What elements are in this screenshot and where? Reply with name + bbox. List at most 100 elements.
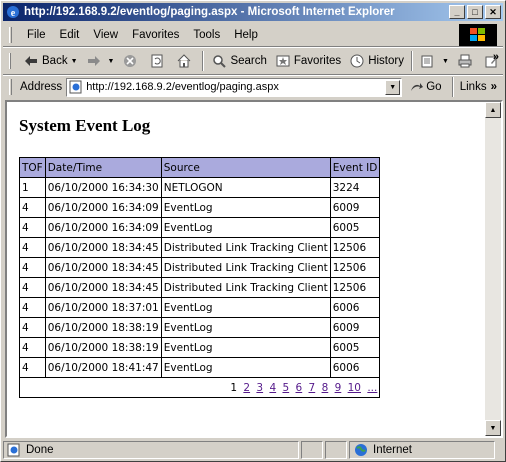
history-label: History bbox=[368, 55, 404, 67]
zone-label: Internet bbox=[373, 444, 412, 456]
address-input[interactable]: http://192.168.9.2/eventlog/paging.aspx … bbox=[66, 77, 403, 97]
cell-event-id: 6006 bbox=[329, 357, 381, 378]
mail-dropdown-icon[interactable]: ▼ bbox=[442, 58, 449, 65]
cell-tof: 4 bbox=[19, 357, 46, 378]
cell-event-id: 6009 bbox=[329, 317, 381, 338]
pager-link-7[interactable]: 7 bbox=[309, 382, 316, 394]
links-label: Links bbox=[459, 81, 487, 93]
pager-link-8[interactable]: 8 bbox=[322, 382, 329, 394]
go-button[interactable]: Go bbox=[410, 81, 442, 93]
address-url[interactable]: http://192.168.9.2/eventlog/paging.aspx bbox=[86, 81, 385, 93]
back-button[interactable]: Back ▼ bbox=[19, 50, 82, 72]
forward-dropdown-icon[interactable]: ▼ bbox=[108, 58, 115, 65]
vertical-scrollbar[interactable]: ▲ ▼ bbox=[485, 102, 501, 436]
cell-datetime: 06/10/2000 16:34:30 bbox=[44, 177, 162, 198]
search-label: Search bbox=[230, 55, 267, 67]
back-label: Back bbox=[42, 55, 68, 67]
print-button[interactable] bbox=[453, 50, 480, 72]
cell-tof: 4 bbox=[19, 257, 46, 278]
cell-source: Distributed Link Tracking Client bbox=[160, 277, 331, 298]
pager-link-10[interactable]: 10 bbox=[348, 382, 361, 394]
column-header-tof: TOF bbox=[19, 157, 46, 178]
menu-bar: File Edit View Favorites Tools Help bbox=[3, 25, 459, 45]
address-label: Address bbox=[20, 81, 63, 93]
home-icon bbox=[176, 53, 192, 69]
cell-source: Distributed Link Tracking Client bbox=[160, 237, 331, 258]
table-row: 4 06/10/2000 16:34:09 EventLog 6009 bbox=[19, 197, 381, 218]
cell-tof: 4 bbox=[19, 237, 46, 258]
cell-source: EventLog bbox=[160, 217, 331, 238]
windows-logo-icon bbox=[459, 24, 497, 46]
toolbar-grip[interactable] bbox=[9, 27, 12, 43]
page-body: System Event Log TOF Date/Time Source Ev… bbox=[7, 102, 485, 436]
cell-tof: 4 bbox=[19, 217, 46, 238]
menu-help[interactable]: Help bbox=[227, 29, 265, 41]
cell-tof: 4 bbox=[19, 337, 46, 358]
mail-button[interactable]: ▼ bbox=[416, 50, 453, 72]
go-arrow-icon bbox=[411, 83, 424, 91]
standard-toolbar: Back ▼ ▼ Search Favorites History ▼ bbox=[3, 48, 503, 74]
history-button[interactable]: History bbox=[345, 50, 408, 72]
cell-datetime: 06/10/2000 18:41:47 bbox=[44, 357, 162, 378]
status-bar: Done Internet bbox=[3, 440, 503, 460]
pager-link-6[interactable]: 6 bbox=[296, 382, 303, 394]
menu-edit[interactable]: Edit bbox=[53, 29, 87, 41]
cell-event-id: 6005 bbox=[329, 217, 381, 238]
close-button[interactable]: ✕ bbox=[485, 5, 501, 19]
toolbar-overflow-button[interactable]: » bbox=[493, 51, 499, 63]
toolbar-grip[interactable] bbox=[9, 79, 12, 95]
cell-source: EventLog bbox=[160, 337, 331, 358]
table-row: 4 06/10/2000 18:34:45 Distributed Link Tra… bbox=[19, 237, 381, 258]
cell-event-id: 12506 bbox=[329, 257, 381, 278]
address-dropdown-icon[interactable]: ▼ bbox=[385, 79, 401, 95]
menu-favorites[interactable]: Favorites bbox=[125, 29, 186, 41]
minimize-button[interactable]: _ bbox=[449, 5, 465, 19]
cell-event-id: 12506 bbox=[329, 237, 381, 258]
toolbar-separator bbox=[202, 51, 205, 71]
cell-tof: 4 bbox=[19, 197, 46, 218]
scroll-up-button[interactable]: ▲ bbox=[485, 102, 501, 118]
menu-view[interactable]: View bbox=[86, 29, 125, 41]
back-arrow-icon bbox=[23, 53, 39, 69]
cell-event-id: 6009 bbox=[329, 197, 381, 218]
pager-link-2[interactable]: 2 bbox=[243, 382, 250, 394]
stop-button[interactable] bbox=[118, 50, 145, 72]
search-icon bbox=[211, 53, 227, 69]
refresh-icon bbox=[149, 53, 165, 69]
window-title: http://192.168.9.2/eventlog/paging.aspx … bbox=[24, 6, 395, 18]
column-header-event-id: Event ID bbox=[329, 157, 381, 178]
menu-file[interactable]: File bbox=[20, 29, 53, 41]
cell-source: EventLog bbox=[160, 297, 331, 318]
column-header-datetime: Date/Time bbox=[44, 157, 162, 178]
pager-link-3[interactable]: 3 bbox=[256, 382, 263, 394]
cell-source: EventLog bbox=[160, 357, 331, 378]
pager-link-5[interactable]: 5 bbox=[282, 382, 289, 394]
title-bar[interactable]: e http://192.168.9.2/eventlog/paging.asp… bbox=[3, 3, 503, 21]
status-text: Done bbox=[26, 444, 54, 456]
refresh-button[interactable] bbox=[145, 50, 172, 72]
search-button[interactable]: Search bbox=[207, 50, 270, 72]
pager-link-more[interactable]: ... bbox=[367, 382, 377, 394]
address-bar: Address http://192.168.9.2/eventlog/pagi… bbox=[3, 76, 503, 98]
ie-logo-icon: e bbox=[5, 4, 21, 20]
pager-link-9[interactable]: 9 bbox=[335, 382, 342, 394]
home-button[interactable] bbox=[172, 50, 199, 72]
toolbar-grip[interactable] bbox=[9, 53, 11, 69]
table-header-row: TOF Date/Time Source Event ID bbox=[19, 157, 381, 178]
back-dropdown-icon[interactable]: ▼ bbox=[71, 58, 78, 65]
cell-event-id: 3224 bbox=[329, 177, 381, 198]
cell-datetime: 06/10/2000 18:37:01 bbox=[44, 297, 162, 318]
favorites-button[interactable]: Favorites bbox=[271, 50, 345, 72]
pager: 1 2 3 4 5 6 7 8 9 10 ... bbox=[18, 377, 381, 398]
pager-row: 1 2 3 4 5 6 7 8 9 10 ... bbox=[18, 377, 381, 398]
cell-source: Distributed Link Tracking Client bbox=[160, 257, 331, 278]
cell-source: NETLOGON bbox=[160, 177, 331, 198]
forward-button[interactable]: ▼ bbox=[82, 50, 119, 72]
pager-link-4[interactable]: 4 bbox=[269, 382, 276, 394]
table-row: 4 06/10/2000 18:34:45 Distributed Link Tra… bbox=[19, 257, 381, 278]
scroll-down-button[interactable]: ▼ bbox=[485, 420, 501, 436]
maximize-button[interactable]: □ bbox=[467, 5, 483, 19]
browser-window: e http://192.168.9.2/eventlog/paging.asp… bbox=[0, 0, 506, 462]
links-button[interactable]: Links » bbox=[460, 76, 497, 98]
menu-tools[interactable]: Tools bbox=[186, 29, 227, 41]
